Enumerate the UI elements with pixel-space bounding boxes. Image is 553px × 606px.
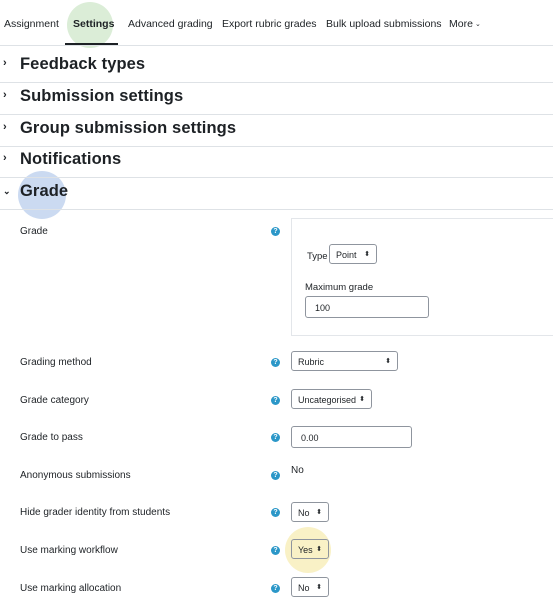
question-circle-icon[interactable]: ? <box>271 433 280 442</box>
chevron-right-icon: › <box>3 57 7 69</box>
updown-arrow-icon: ⬍ <box>316 509 322 516</box>
grade-fieldset: Type Point ⬍ Maximum grade 100 <box>291 218 553 336</box>
tab-settings[interactable]: Settings <box>73 18 114 30</box>
marking-workflow-value: Yes <box>298 545 313 555</box>
grade-type-select[interactable]: Point ⬍ <box>329 244 377 264</box>
updown-arrow-icon: ⬍ <box>385 358 391 365</box>
question-circle-icon[interactable]: ? <box>271 358 280 367</box>
section-title: Feedback types <box>20 55 146 73</box>
section-title: Group submission settings <box>20 119 237 137</box>
grade-label: Grade <box>20 226 48 237</box>
more-label: More <box>449 18 473 30</box>
section-submission-settings[interactable]: › Submission settings <box>0 83 553 115</box>
grade-category-label: Grade category <box>20 395 89 406</box>
hide-grader-identity-label: Hide grader identity from students <box>20 507 171 518</box>
question-circle-icon[interactable]: ? <box>271 396 280 405</box>
grading-method-value: Rubric <box>298 357 325 367</box>
chevron-right-icon: › <box>3 152 7 164</box>
tabs-divider <box>0 45 553 46</box>
tab-advanced-grading[interactable]: Advanced grading <box>128 18 213 30</box>
marking-allocation-select[interactable]: No ⬍ <box>291 577 329 597</box>
updown-arrow-icon: ⬍ <box>359 396 365 403</box>
hide-grader-identity-select[interactable]: No ⬍ <box>291 502 329 522</box>
grade-to-pass-label: Grade to pass <box>20 432 83 443</box>
section-feedback-types[interactable]: › Feedback types <box>0 51 553 83</box>
question-circle-icon[interactable]: ? <box>271 227 280 236</box>
section-group-submission-settings[interactable]: › Group submission settings <box>0 115 553 147</box>
updown-arrow-icon: ⬍ <box>316 584 322 591</box>
grade-category-select[interactable]: Uncategorised ⬍ <box>291 389 372 409</box>
grade-type-label: Type <box>307 251 328 262</box>
section-grade[interactable]: ⌄ Grade <box>0 178 553 210</box>
section-notifications[interactable]: › Notifications <box>0 146 553 178</box>
marking-allocation-label: Use marking allocation <box>20 583 122 594</box>
question-circle-icon[interactable]: ? <box>271 471 280 480</box>
question-circle-icon[interactable]: ? <box>271 508 280 517</box>
updown-arrow-icon: ⬍ <box>364 251 370 258</box>
tab-bulk-upload-submissions[interactable]: Bulk upload submissions <box>326 18 442 30</box>
chevron-down-icon: ⌄ <box>474 21 481 28</box>
section-title: Grade <box>20 182 69 200</box>
maximum-grade-label: Maximum grade <box>305 282 374 293</box>
question-circle-icon[interactable]: ? <box>271 546 280 555</box>
marking-workflow-label: Use marking workflow <box>20 545 118 556</box>
grade-category-value: Uncategorised <box>298 395 357 405</box>
chevron-right-icon: › <box>3 89 7 101</box>
question-circle-icon[interactable]: ? <box>271 584 280 593</box>
hide-grader-identity-value: No <box>298 508 310 518</box>
tab-more[interactable]: More ⌄ <box>449 18 481 30</box>
tab-export-rubric-grades[interactable]: Export rubric grades <box>222 18 317 30</box>
anonymous-submissions-value: No <box>291 465 304 476</box>
chevron-down-icon: ⌄ <box>3 186 11 196</box>
grade-type-value: Point <box>336 250 357 260</box>
anonymous-submissions-label: Anonymous submissions <box>20 470 131 481</box>
chevron-right-icon: › <box>3 121 7 133</box>
grade-to-pass-input[interactable]: 0.00 <box>291 426 412 448</box>
section-title: Notifications <box>20 150 122 168</box>
secondary-navigation: Assignment Settings Advanced grading Exp… <box>0 0 553 48</box>
marking-allocation-value: No <box>298 583 310 593</box>
maximum-grade-input[interactable]: 100 <box>305 296 429 318</box>
tab-assignment[interactable]: Assignment <box>4 18 59 30</box>
grading-method-select[interactable]: Rubric ⬍ <box>291 351 398 371</box>
section-title: Submission settings <box>20 87 184 105</box>
updown-arrow-icon: ⬍ <box>316 546 322 553</box>
marking-workflow-select[interactable]: Yes ⬍ <box>291 539 329 559</box>
grading-method-label: Grading method <box>20 357 92 368</box>
